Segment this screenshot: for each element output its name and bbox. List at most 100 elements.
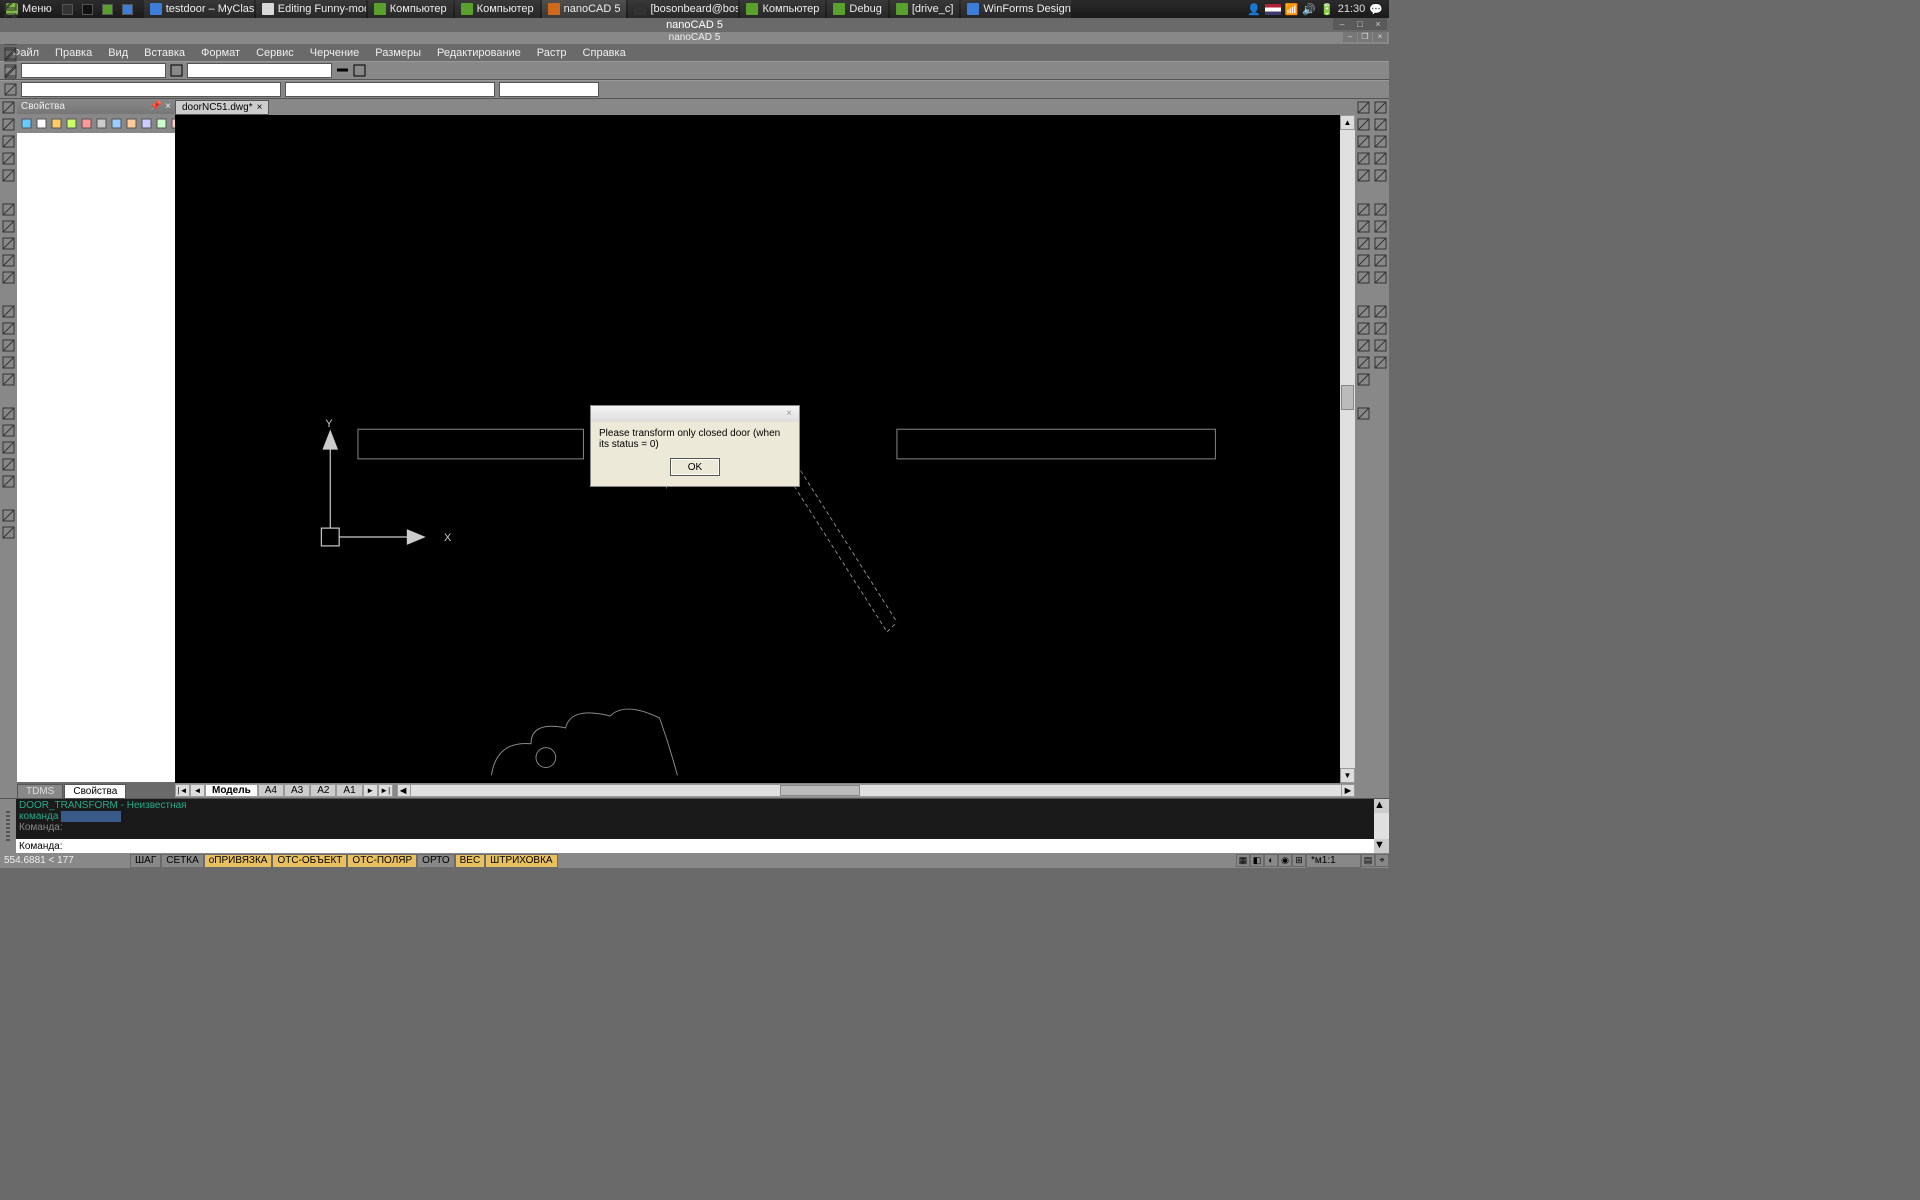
status-icon-6[interactable]: ▤ bbox=[1361, 854, 1375, 867]
volume-icon[interactable]: 🔊 bbox=[1302, 3, 1316, 16]
osnap-btn-8[interactable] bbox=[1372, 252, 1389, 269]
model-tab-a2[interactable]: A2 bbox=[310, 784, 336, 797]
draw-btn-8[interactable] bbox=[0, 252, 17, 269]
modify-btn-1[interactable] bbox=[1355, 116, 1372, 133]
draw-btn-2[interactable] bbox=[0, 133, 17, 150]
taskbar-task-4[interactable]: nanoCAD 5 bbox=[542, 0, 627, 18]
scale-readout[interactable]: *м1:1 bbox=[1306, 854, 1361, 868]
modify-btn-12[interactable] bbox=[1355, 337, 1372, 354]
osnap-btn-5[interactable] bbox=[1372, 201, 1389, 218]
status-toggle-орто[interactable]: ОРТО bbox=[417, 854, 454, 868]
taskbar-task-8[interactable]: [drive_c] bbox=[890, 0, 960, 18]
tab-nav-next-icon[interactable]: ► bbox=[363, 784, 378, 797]
menu-правка[interactable]: Правка bbox=[47, 47, 100, 59]
menu-сервис[interactable]: Сервис bbox=[248, 47, 302, 59]
osnap-btn-4[interactable] bbox=[1372, 167, 1389, 184]
menu-вид[interactable]: Вид bbox=[100, 47, 136, 59]
prop-tool-1[interactable] bbox=[34, 116, 49, 131]
draw-btn-11[interactable] bbox=[0, 320, 17, 337]
dialog-close-icon[interactable]: × bbox=[782, 408, 796, 420]
linetype-dropdown[interactable] bbox=[187, 63, 332, 78]
status-icon-7[interactable]: ⌖ bbox=[1375, 854, 1389, 867]
show-desktop-icon[interactable] bbox=[60, 1, 76, 17]
modify-btn-7[interactable] bbox=[1355, 235, 1372, 252]
notifications-icon[interactable]: 💬 bbox=[1369, 3, 1383, 16]
draw-btn-9[interactable] bbox=[0, 269, 17, 286]
draw-btn-13[interactable] bbox=[0, 354, 17, 371]
prop-tool-7[interactable] bbox=[124, 116, 139, 131]
network-icon[interactable]: 📶 bbox=[1285, 3, 1299, 16]
dialog-titlebar[interactable]: × bbox=[591, 406, 799, 422]
scroll-thumb-v[interactable] bbox=[1341, 385, 1354, 410]
osnap-btn-13[interactable] bbox=[1372, 354, 1389, 371]
command-grip[interactable] bbox=[0, 799, 16, 853]
tab-tdms[interactable]: TDMS bbox=[17, 784, 63, 798]
osnap-btn-1[interactable] bbox=[1372, 116, 1389, 133]
tool2-btn-6[interactable] bbox=[2, 81, 19, 98]
clock[interactable]: 21:30 bbox=[1338, 3, 1366, 15]
status-toggle-шаг[interactable]: ШАГ bbox=[130, 854, 161, 868]
status-icon-2[interactable]: ◧ bbox=[1250, 854, 1264, 867]
model-tab-model[interactable]: Модель bbox=[205, 784, 258, 797]
prop-tool-0[interactable] bbox=[19, 116, 34, 131]
status-icon-5[interactable]: ⊞ bbox=[1292, 854, 1306, 867]
tool2-btn-1[interactable] bbox=[2, 0, 19, 13]
model-tab-a4[interactable]: A4 bbox=[258, 784, 284, 797]
close-button[interactable]: × bbox=[1369, 18, 1387, 30]
osnap-btn-10[interactable] bbox=[1372, 303, 1389, 320]
draw-btn-12[interactable] bbox=[0, 337, 17, 354]
maximize-button[interactable]: □ bbox=[1351, 18, 1369, 30]
vertical-scrollbar[interactable]: ▲ ▼ bbox=[1340, 115, 1355, 783]
draw-btn-6[interactable] bbox=[0, 218, 17, 235]
cmd-scroll-down-icon[interactable]: ▼ bbox=[1374, 839, 1389, 853]
color-dropdown[interactable] bbox=[21, 82, 281, 97]
taskbar-task-7[interactable]: Debug bbox=[827, 0, 887, 18]
model-tab-a1[interactable]: A1 bbox=[336, 784, 362, 797]
dim-style-dropdown[interactable] bbox=[499, 82, 599, 97]
status-icon-1[interactable]: ▦ bbox=[1236, 854, 1250, 867]
command-scrollbar[interactable]: ▲ ▼ bbox=[1374, 799, 1389, 853]
modify-btn-2[interactable] bbox=[1355, 133, 1372, 150]
status-toggle-отс-объект[interactable]: ОТС-ОБЪЕКТ bbox=[272, 854, 347, 868]
osnap-btn-9[interactable] bbox=[1372, 269, 1389, 286]
menu-вставка[interactable]: Вставка bbox=[136, 47, 193, 59]
osnap-btn-7[interactable] bbox=[1372, 235, 1389, 252]
terminal-icon[interactable] bbox=[80, 1, 96, 17]
draw-btn-21[interactable] bbox=[0, 524, 17, 541]
draw-btn-17[interactable] bbox=[0, 439, 17, 456]
draw-btn-1[interactable] bbox=[0, 116, 17, 133]
mdi-minimize-button[interactable]: – bbox=[1343, 32, 1357, 42]
draw-btn-15[interactable] bbox=[0, 405, 17, 422]
osnap-btn-3[interactable] bbox=[1372, 150, 1389, 167]
status-icon-3[interactable]: ◐ bbox=[1264, 854, 1278, 867]
taskbar-task-0[interactable]: testdoor – MyClas... bbox=[144, 0, 254, 18]
properties-close-icon[interactable]: × bbox=[165, 101, 171, 112]
draw-btn-3[interactable] bbox=[0, 150, 17, 167]
modify-btn-14[interactable] bbox=[1355, 371, 1372, 388]
modify-btn-11[interactable] bbox=[1355, 320, 1372, 337]
modify-btn-13[interactable] bbox=[1355, 354, 1372, 371]
style-dropdown[interactable] bbox=[285, 82, 495, 97]
menu-черчение[interactable]: Черчение bbox=[302, 47, 368, 59]
menu-размеры[interactable]: Размеры bbox=[367, 47, 429, 59]
tab-nav-first-icon[interactable]: |◄ bbox=[175, 784, 190, 797]
scroll-track-v[interactable] bbox=[1340, 130, 1355, 768]
modify-btn-0[interactable] bbox=[1355, 99, 1372, 116]
prop-tool-4[interactable] bbox=[79, 116, 94, 131]
draw-btn-4[interactable] bbox=[0, 167, 17, 184]
modify-btn-4[interactable] bbox=[1355, 167, 1372, 184]
modify-btn-3[interactable] bbox=[1355, 150, 1372, 167]
status-toggle-отс-поляр[interactable]: ОТС-ПОЛЯР bbox=[347, 854, 417, 868]
mdi-restore-button[interactable]: ❐ bbox=[1358, 32, 1372, 42]
user-icon[interactable]: 👤 bbox=[1247, 3, 1261, 16]
osnap-btn-0[interactable] bbox=[1372, 99, 1389, 116]
menu-формат[interactable]: Формат bbox=[193, 47, 248, 59]
tab-nav-prev-icon[interactable]: ◄ bbox=[190, 784, 205, 797]
scroll-down-icon[interactable]: ▼ bbox=[1340, 768, 1355, 783]
draw-btn-16[interactable] bbox=[0, 422, 17, 439]
scroll-up-icon[interactable]: ▲ bbox=[1340, 115, 1355, 130]
minimize-button[interactable]: – bbox=[1333, 18, 1351, 30]
status-toggle-вес[interactable]: ВЕС bbox=[455, 854, 486, 868]
prop-tool-2[interactable] bbox=[49, 116, 64, 131]
browser-icon[interactable] bbox=[120, 1, 136, 17]
